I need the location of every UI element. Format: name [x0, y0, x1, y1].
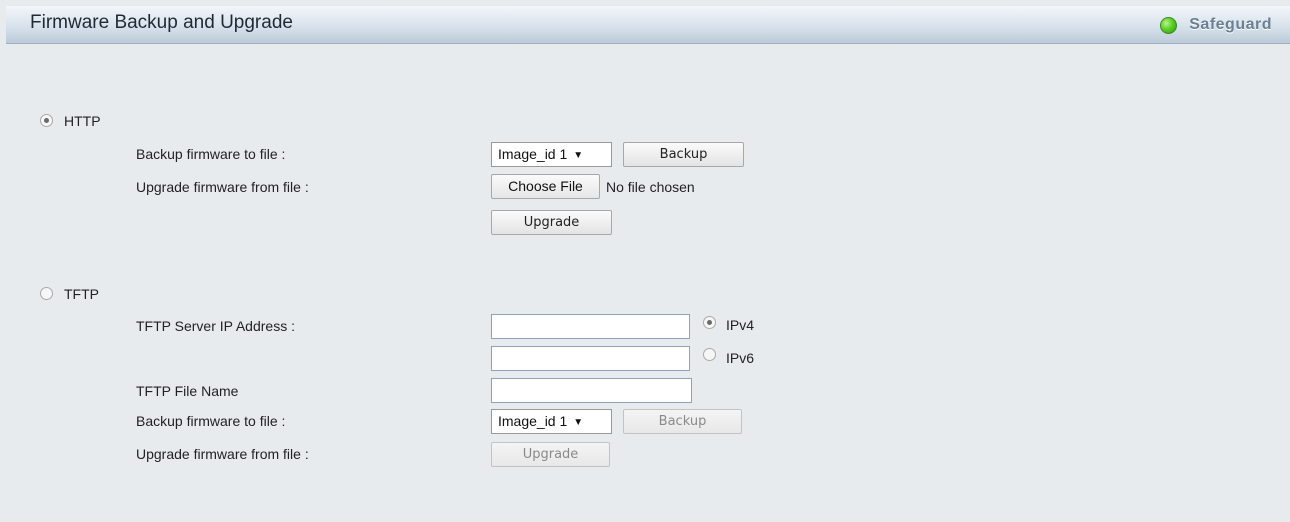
tftp-file-name-input[interactable]	[491, 378, 692, 403]
dropdown-arrow-icon: ▼	[573, 150, 584, 161]
tftp-radio-label: TFTP	[64, 286, 99, 302]
tftp-upgrade-button[interactable]: Upgrade	[491, 442, 610, 467]
tftp-ipv4-address-input[interactable]	[491, 314, 690, 339]
title-bar: Firmware Backup and Upgrade Safeguard	[6, 6, 1290, 44]
http-backup-button[interactable]: Backup	[623, 142, 744, 167]
tftp-upgrade-label: Upgrade firmware from file :	[136, 446, 309, 462]
tftp-ipv6-address-input[interactable]	[491, 346, 690, 371]
http-upgrade-button[interactable]: Upgrade	[491, 210, 612, 235]
tftp-file-name-label: TFTP File Name	[136, 383, 239, 399]
http-backup-select-value: Image_id 1	[498, 146, 568, 162]
tftp-backup-button[interactable]: Backup	[623, 409, 742, 434]
tftp-backup-image-select[interactable]: Image_id 1 ▼	[491, 409, 612, 434]
dropdown-arrow-icon: ▼	[573, 417, 584, 428]
http-backup-label: Backup firmware to file :	[136, 146, 286, 162]
http-radio[interactable]	[40, 114, 53, 127]
page-title: Firmware Backup and Upgrade	[30, 12, 293, 33]
http-backup-image-select[interactable]: Image_id 1 ▼	[491, 142, 612, 167]
ipv6-label: IPv6	[726, 350, 755, 366]
ipv4-radio[interactable]	[703, 316, 716, 329]
no-file-chosen-text: No file chosen	[606, 179, 695, 195]
http-radio-label: HTTP	[64, 113, 101, 129]
safeguard-label: Safeguard	[1189, 16, 1272, 33]
safeguard-status: Safeguard	[1160, 12, 1272, 38]
ipv4-label: IPv4	[726, 317, 755, 333]
tftp-radio[interactable]	[40, 287, 53, 300]
http-upgrade-label: Upgrade firmware from file :	[136, 179, 309, 195]
choose-file-button[interactable]: Choose File	[491, 174, 600, 199]
tftp-server-ip-label: TFTP Server IP Address :	[136, 318, 295, 334]
tftp-backup-select-value: Image_id 1	[498, 413, 568, 429]
status-dot-icon	[1160, 16, 1178, 34]
ipv6-radio[interactable]	[703, 348, 716, 361]
tftp-backup-label: Backup firmware to file :	[136, 413, 286, 429]
